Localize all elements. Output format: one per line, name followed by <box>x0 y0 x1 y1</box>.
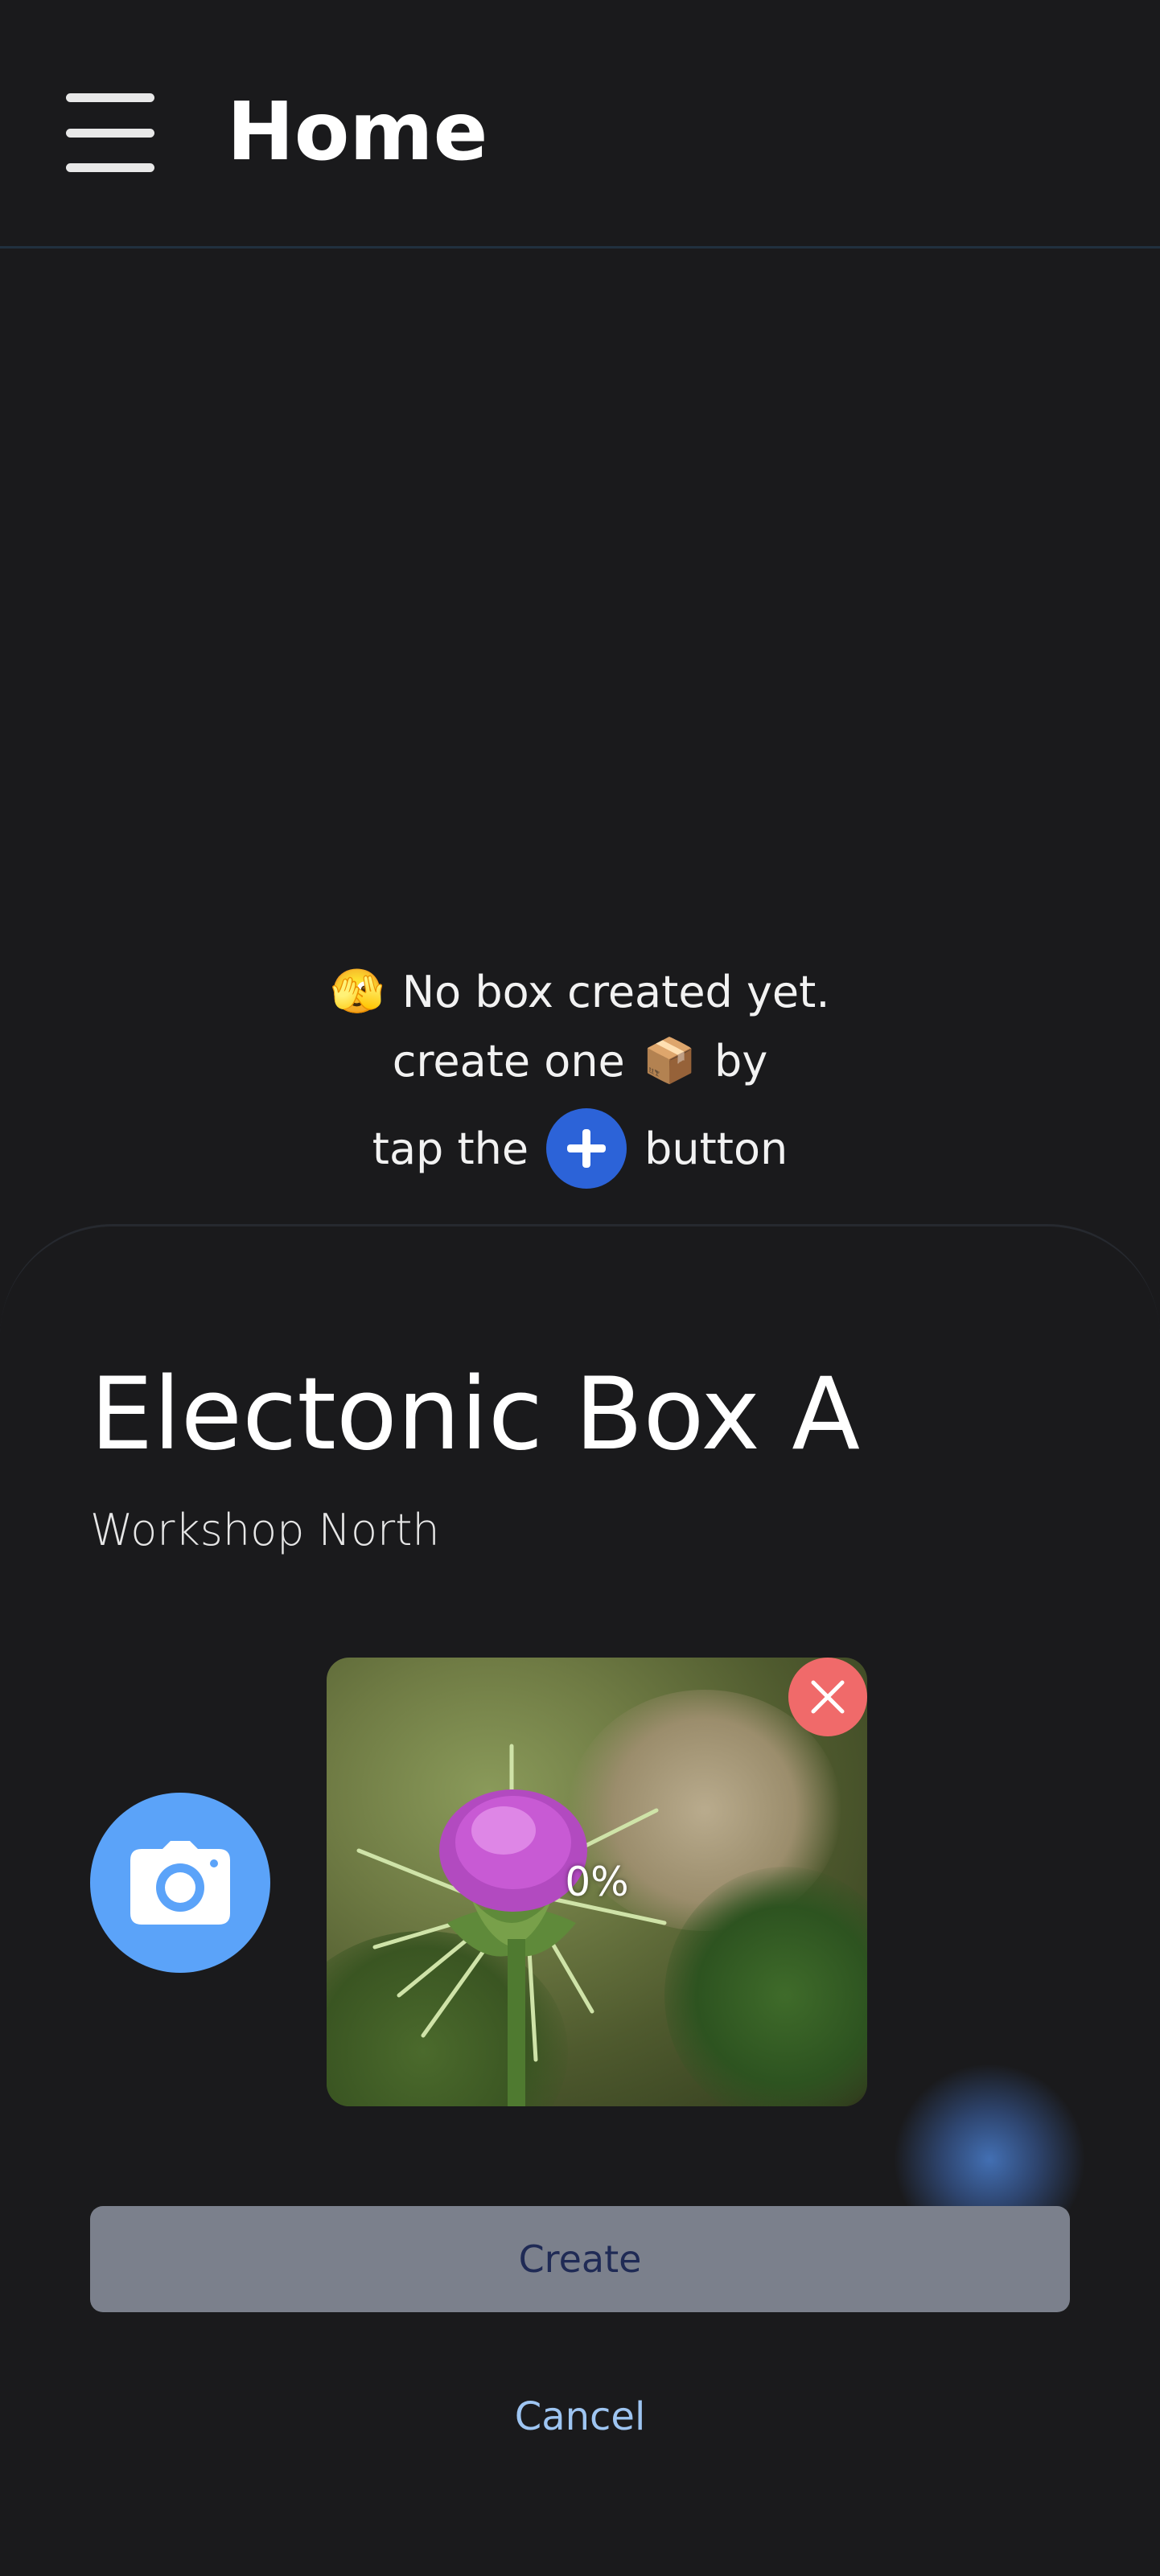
empty-state-line-2: create one 📦 by <box>0 1026 1160 1095</box>
menu-bar <box>66 128 154 138</box>
remove-photo-button[interactable] <box>788 1658 867 1736</box>
box-location: Workshop North <box>90 1505 440 1555</box>
peeking-face-emoji: 🫣 <box>330 966 385 1017</box>
upload-progress: 0% <box>565 1859 629 1905</box>
package-emoji: 📦 <box>642 1035 697 1086</box>
app-screen: Home 🫣 No box created yet. create one 📦 … <box>0 0 1160 2576</box>
empty-state-text: button <box>644 1123 788 1174</box>
empty-state-line-1: 🫣 No box created yet. <box>0 957 1160 1026</box>
empty-state-text: create one <box>392 1035 625 1087</box>
hamburger-menu-icon[interactable] <box>63 88 158 177</box>
empty-state-line-3: tap the button <box>0 1102 1160 1195</box>
empty-state-text: No box created yet. <box>401 966 830 1017</box>
photo-thumbnail: 0% <box>327 1658 867 2106</box>
empty-state-message: 🫣 No box created yet. create one 📦 by ta… <box>0 957 1160 1195</box>
menu-bar <box>66 93 154 102</box>
plus-icon <box>546 1108 627 1189</box>
empty-state-text: by <box>714 1035 768 1087</box>
cancel-button[interactable]: Cancel <box>0 2385 1160 2449</box>
close-icon <box>811 1680 845 1714</box>
app-header: Home <box>0 0 1160 249</box>
empty-state-text: tap the <box>372 1123 529 1174</box>
page-title: Home <box>227 84 488 179</box>
create-button[interactable]: Create <box>90 2206 1070 2312</box>
camera-icon <box>130 1841 230 1925</box>
camera-button[interactable] <box>90 1793 270 1973</box>
create-box-sheet: Electonic Box A Workshop North 0% Create… <box>0 1224 1160 2576</box>
box-name: Electonic Box A <box>90 1357 861 1473</box>
menu-bar <box>66 163 154 172</box>
